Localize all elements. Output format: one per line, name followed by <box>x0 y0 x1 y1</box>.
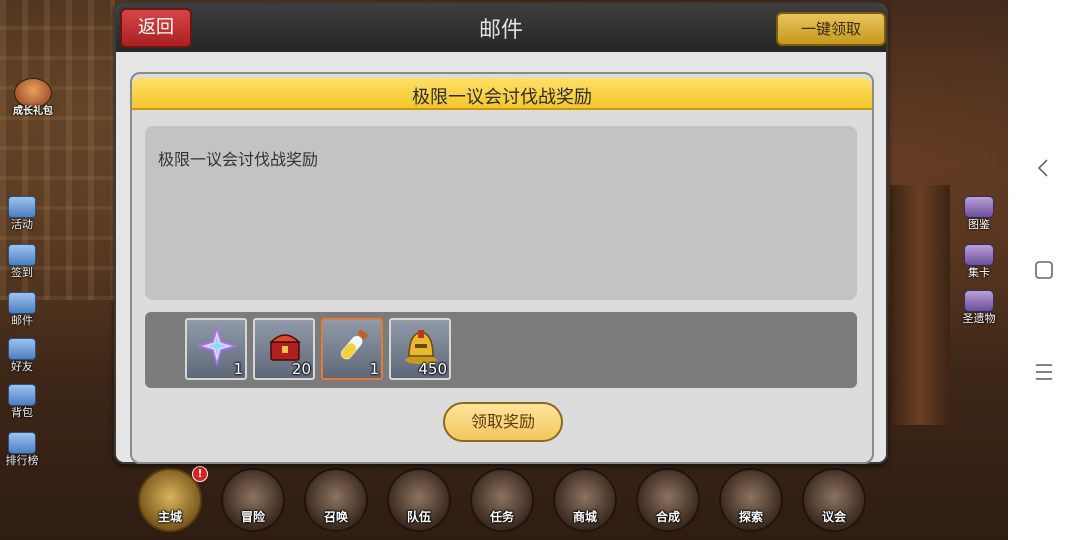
side-item-backpack[interactable]: 背包 <box>0 384 44 419</box>
nav-council[interactable]: 议会 <box>802 468 866 532</box>
nav-label: 主城 <box>157 510 182 524</box>
growth-pack-button[interactable]: 成长礼包 <box>4 78 62 118</box>
book-icon <box>964 196 994 218</box>
side-item-label: 活动 <box>11 218 33 231</box>
home-square-icon[interactable] <box>1032 258 1056 282</box>
side-item-label: 签到 <box>11 266 33 279</box>
side-item-label: 好友 <box>11 360 33 373</box>
side-item-label: 圣遗物 <box>962 312 996 325</box>
side-item-label: 集卡 <box>968 266 990 279</box>
reward-item[interactable]: 20 <box>253 318 315 380</box>
system-nav-bar <box>1008 0 1080 540</box>
nav-label: 合成 <box>655 510 680 524</box>
claim-reward-button[interactable]: 领取奖励 <box>443 402 563 442</box>
side-item-friends[interactable]: 好友 <box>0 338 44 373</box>
star-crystal-icon <box>197 326 237 366</box>
nav-label: 探索 <box>738 510 763 524</box>
backpack-icon <box>8 384 36 406</box>
side-item-checkin[interactable]: 签到 <box>0 244 44 279</box>
menu-icon[interactable] <box>1032 360 1056 384</box>
nav-label: 议会 <box>821 510 846 524</box>
card-icon <box>964 244 994 266</box>
flag-icon <box>8 196 36 218</box>
side-item-label: 图鉴 <box>968 218 990 231</box>
notification-badge: ! <box>192 466 208 482</box>
side-item-label: 背包 <box>11 406 33 419</box>
friends-icon <box>8 338 36 360</box>
mail-detail-banner: 极限一议会讨伐战奖励 <box>132 78 872 110</box>
message-body: 极限一议会讨伐战奖励 <box>158 150 319 169</box>
mail-panel: 返回 邮件 一键领取 极限一议会讨伐战奖励 极限一议会讨伐战奖励 1 20 1 … <box>114 2 888 464</box>
nav-label: 召唤 <box>323 510 348 524</box>
mail-subject: 极限一议会讨伐战奖励 <box>412 87 592 108</box>
nav-label: 商城 <box>572 510 597 524</box>
envelope-icon <box>8 292 36 314</box>
nav-label: 任务 <box>489 510 514 524</box>
side-item-mail[interactable]: 邮件 <box>0 292 44 327</box>
growth-pack-label: 成长礼包 <box>13 106 53 117</box>
background-pillar <box>890 185 950 425</box>
back-arrow-icon[interactable] <box>1032 156 1056 180</box>
nav-craft[interactable]: 合成 <box>636 468 700 532</box>
reward-list: 1 20 1 450 <box>145 312 857 388</box>
growth-pack-icon <box>14 78 52 108</box>
reward-quantity: 1 <box>369 360 379 378</box>
reward-quantity: 450 <box>418 360 447 378</box>
nav-summon[interactable]: 召唤 <box>304 468 368 532</box>
side-item-codex[interactable]: 图鉴 <box>954 196 1004 231</box>
mail-header: 返回 邮件 一键领取 <box>116 4 886 52</box>
nav-quest[interactable]: 任务 <box>470 468 534 532</box>
bottom-nav: 主城 冒险 召唤 队伍 任务 商城 合成 探索 议会 <box>138 468 868 532</box>
calendar-check-icon <box>8 244 36 266</box>
reward-item[interactable]: 1 <box>321 318 383 380</box>
side-item-cards[interactable]: 集卡 <box>954 244 1004 279</box>
potion-vial-icon <box>340 329 368 361</box>
page-title: 邮件 <box>478 18 523 43</box>
side-item-relics[interactable]: 圣遗物 <box>954 290 1004 325</box>
claim-all-button[interactable]: 一键领取 <box>776 12 886 46</box>
side-item-label: 排行榜 <box>5 454 39 467</box>
nav-adventure[interactable]: 冒险 <box>221 468 285 532</box>
reward-quantity: 20 <box>291 360 311 378</box>
side-item-label: 邮件 <box>11 314 33 327</box>
nav-label: 队伍 <box>406 510 431 524</box>
reward-quantity: 1 <box>233 360 243 378</box>
side-item-activity[interactable]: 活动 <box>0 196 44 231</box>
nav-label: 冒险 <box>240 510 265 524</box>
nav-explore[interactable]: 探索 <box>719 468 783 532</box>
reward-item[interactable]: 450 <box>389 318 451 380</box>
mail-detail-card: 极限一议会讨伐战奖励 极限一议会讨伐战奖励 1 20 1 450 领取奖励 <box>130 72 874 464</box>
nav-team[interactable]: 队伍 <box>387 468 451 532</box>
game-viewport: 成长礼包 活动 签到 邮件 好友 背包 排行榜 图鉴 集卡 圣遗物 主城 冒险 <box>0 0 1008 540</box>
relic-icon <box>964 290 994 312</box>
side-item-ranking[interactable]: 排行榜 <box>0 432 44 467</box>
message-box: 极限一议会讨伐战奖励 <box>145 126 857 300</box>
nav-shop[interactable]: 商城 <box>553 468 617 532</box>
bar-chart-icon <box>8 432 36 454</box>
reward-item[interactable]: 1 <box>185 318 247 380</box>
